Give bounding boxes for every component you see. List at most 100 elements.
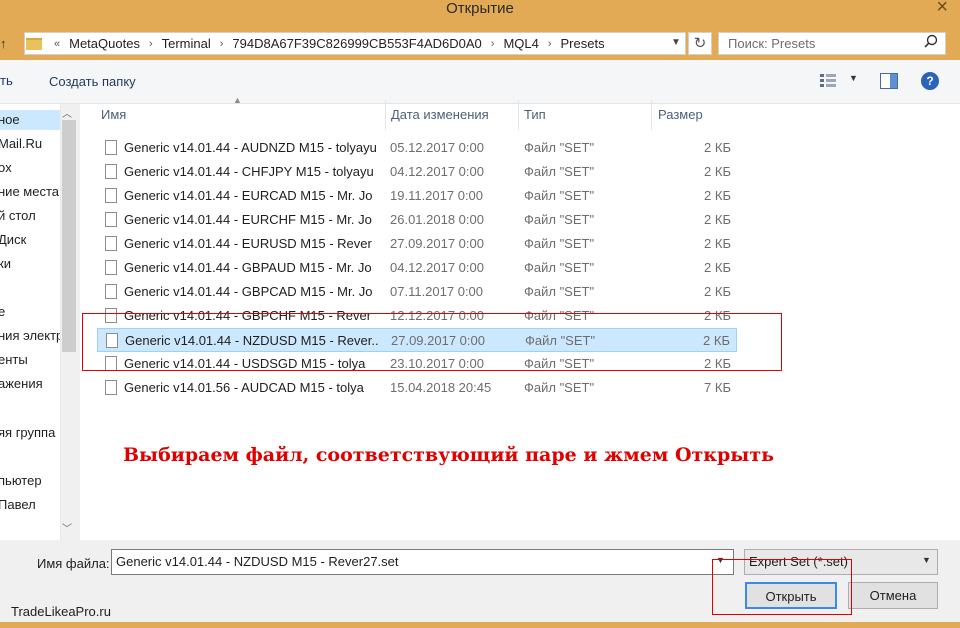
nav-item-recent-places[interactable]: ние места xyxy=(0,184,60,199)
file-icon xyxy=(105,164,117,179)
chevron-right-icon[interactable]: › xyxy=(548,38,552,50)
column-header-type[interactable]: Тип xyxy=(524,107,546,122)
file-icon xyxy=(105,284,117,299)
file-date: 04.12.2017 0:00 xyxy=(390,260,484,275)
view-details-icon[interactable] xyxy=(820,73,836,87)
help-icon[interactable]: ? xyxy=(921,72,939,90)
up-arrow-icon[interactable]: ↑ xyxy=(0,36,7,51)
nav-item-disk[interactable]: Диск xyxy=(0,232,60,247)
file-icon xyxy=(105,380,117,395)
highlight-box xyxy=(82,313,782,371)
filename-input[interactable]: Generic v14.01.44 - NZDUSD M15 - Rever27… xyxy=(111,549,734,575)
search-placeholder: Поиск: Presets xyxy=(728,36,816,51)
chevron-right-icon[interactable]: › xyxy=(220,38,224,50)
nav-item-mailru[interactable]: Mail.Ru xyxy=(0,136,60,151)
nav-scrollbar-thumb[interactable] xyxy=(62,120,76,352)
file-size: 2 КБ xyxy=(704,188,731,203)
chevron-down-icon[interactable]: ▼ xyxy=(849,73,858,83)
chevron-up-icon[interactable]: ︿ xyxy=(62,105,72,120)
nav-item-user[interactable]: Павел xyxy=(0,497,60,512)
breadcrumb-item[interactable]: 794D8A67F39C826999CB553F4AD6D0A0 xyxy=(232,36,481,51)
chevron-right-icon[interactable]: › xyxy=(149,38,153,50)
file-size: 2 КБ xyxy=(704,212,731,227)
chevron-down-icon[interactable]: ﹀ xyxy=(62,520,72,535)
cancel-button[interactable]: Отмена xyxy=(848,582,938,609)
file-date: 19.11.2017 0:00 xyxy=(390,188,484,203)
new-folder-button[interactable]: Создать папку xyxy=(49,74,136,89)
file-name: Generic v14.01.44 - EURCAD M15 - Mr. Jo xyxy=(124,188,373,203)
file-icon xyxy=(105,236,117,251)
refresh-icon[interactable]: ↻ xyxy=(688,32,712,55)
nav-item-downloads[interactable]: ки xyxy=(0,256,60,271)
window-border xyxy=(0,622,960,628)
chevron-right-icon[interactable]: › xyxy=(491,38,495,50)
table-row[interactable]: Generic v14.01.44 - AUDNZD M15 - tolyayu… xyxy=(97,136,737,160)
chevron-down-icon[interactable]: ▼ xyxy=(666,32,686,55)
file-icon xyxy=(105,188,117,203)
file-type: Файл "SET" xyxy=(524,140,595,155)
file-size: 2 КБ xyxy=(704,284,731,299)
chevron-down-icon[interactable]: ▼ xyxy=(922,555,931,565)
file-date: 04.12.2017 0:00 xyxy=(390,164,484,179)
column-header-size[interactable]: Размер xyxy=(658,107,703,122)
title-bar: Открытие xyxy=(0,0,960,30)
file-type: Файл "SET" xyxy=(524,212,595,227)
window-title: Открытие xyxy=(446,0,514,17)
column-divider[interactable] xyxy=(651,100,652,130)
organize-button[interactable]: ть xyxy=(0,73,13,88)
table-row[interactable]: Generic v14.01.44 - GBPAUD M15 - Mr. Jo 0… xyxy=(97,256,737,280)
file-date: 05.12.2017 0:00 xyxy=(390,140,484,155)
search-icon[interactable] xyxy=(924,34,938,48)
file-name: Generic v14.01.56 - AUDCAD M15 - tolya xyxy=(124,380,364,395)
breadcrumb-item[interactable]: MQL4 xyxy=(503,36,538,51)
file-type: Файл "SET" xyxy=(524,236,595,251)
breadcrumb-item[interactable]: Terminal xyxy=(162,36,211,51)
nav-item-favorites[interactable]: ное xyxy=(0,110,60,130)
file-name: Generic v14.01.44 - EURCHF M15 - Mr. Jo xyxy=(124,212,372,227)
file-type: Файл "SET" xyxy=(524,284,595,299)
overflow-chevron-icon[interactable]: « xyxy=(54,38,60,50)
watermark: TradeLikeaPro.ru xyxy=(11,604,111,619)
table-row[interactable]: Generic v14.01.44 - EURCHF M15 - Mr. Jo 2… xyxy=(97,208,737,232)
nav-item-pictures[interactable]: ажения xyxy=(0,376,60,391)
nav-item-computer[interactable]: пьютер xyxy=(0,473,60,488)
file-icon xyxy=(105,260,117,275)
nav-item-desktop[interactable]: й стол xyxy=(0,208,60,223)
toolbar xyxy=(0,60,960,104)
file-type: Файл "SET" xyxy=(524,260,595,275)
column-header-name[interactable]: Имя xyxy=(101,107,126,122)
table-row[interactable]: Generic v14.01.44 - GBPCAD M15 - Mr. Jo 0… xyxy=(97,280,737,304)
nav-item-dropbox[interactable]: ox xyxy=(0,160,60,175)
file-date: 27.09.2017 0:00 xyxy=(390,236,484,251)
file-size: 7 КБ xyxy=(704,380,731,395)
close-icon[interactable]: × xyxy=(936,0,948,19)
file-size: 2 КБ xyxy=(704,236,731,251)
breadcrumb-item[interactable]: Presets xyxy=(561,36,605,51)
column-divider[interactable] xyxy=(518,100,519,130)
nav-item-homegroup[interactable]: яя группа xyxy=(0,425,60,440)
column-divider[interactable] xyxy=(385,100,386,130)
table-row[interactable]: Generic v14.01.44 - EURCAD M15 - Mr. Jo 1… xyxy=(97,184,737,208)
file-type: Файл "SET" xyxy=(524,188,595,203)
file-date: 15.04.2018 20:45 xyxy=(390,380,492,395)
annotation-text: Выбираем файл, соответствующий паре и жм… xyxy=(123,444,774,466)
preview-pane-icon[interactable] xyxy=(880,73,898,89)
file-name: Generic v14.01.44 - AUDNZD M15 - tolyayu xyxy=(124,140,377,155)
table-row[interactable]: Generic v14.01.44 - CHFJPY M15 - tolyayu… xyxy=(97,160,737,184)
sort-ascending-icon: ▲ xyxy=(233,95,242,105)
file-icon xyxy=(105,212,117,227)
file-size: 2 КБ xyxy=(704,140,731,155)
file-size: 2 КБ xyxy=(704,260,731,275)
table-row[interactable]: Generic v14.01.44 - EURUSD M15 - Rever 27… xyxy=(97,232,737,256)
file-name: Generic v14.01.44 - GBPAUD M15 - Mr. Jo xyxy=(124,260,372,275)
nav-item-documents[interactable]: енты xyxy=(0,352,60,367)
file-icon xyxy=(105,140,117,155)
table-row[interactable]: Generic v14.01.56 - AUDCAD M15 - tolya 15… xyxy=(97,376,737,400)
file-name: Generic v14.01.44 - EURUSD M15 - Rever xyxy=(124,236,372,251)
breadcrumb-item[interactable]: MetaQuotes xyxy=(69,36,140,51)
column-header-date[interactable]: Дата изменения xyxy=(391,107,489,122)
nav-item-libraries[interactable]: е xyxy=(0,304,60,319)
file-date: 26.01.2018 0:00 xyxy=(390,212,484,227)
nav-item-e-documents[interactable]: ния электр xyxy=(0,328,60,343)
file-type: Файл "SET" xyxy=(524,380,595,395)
